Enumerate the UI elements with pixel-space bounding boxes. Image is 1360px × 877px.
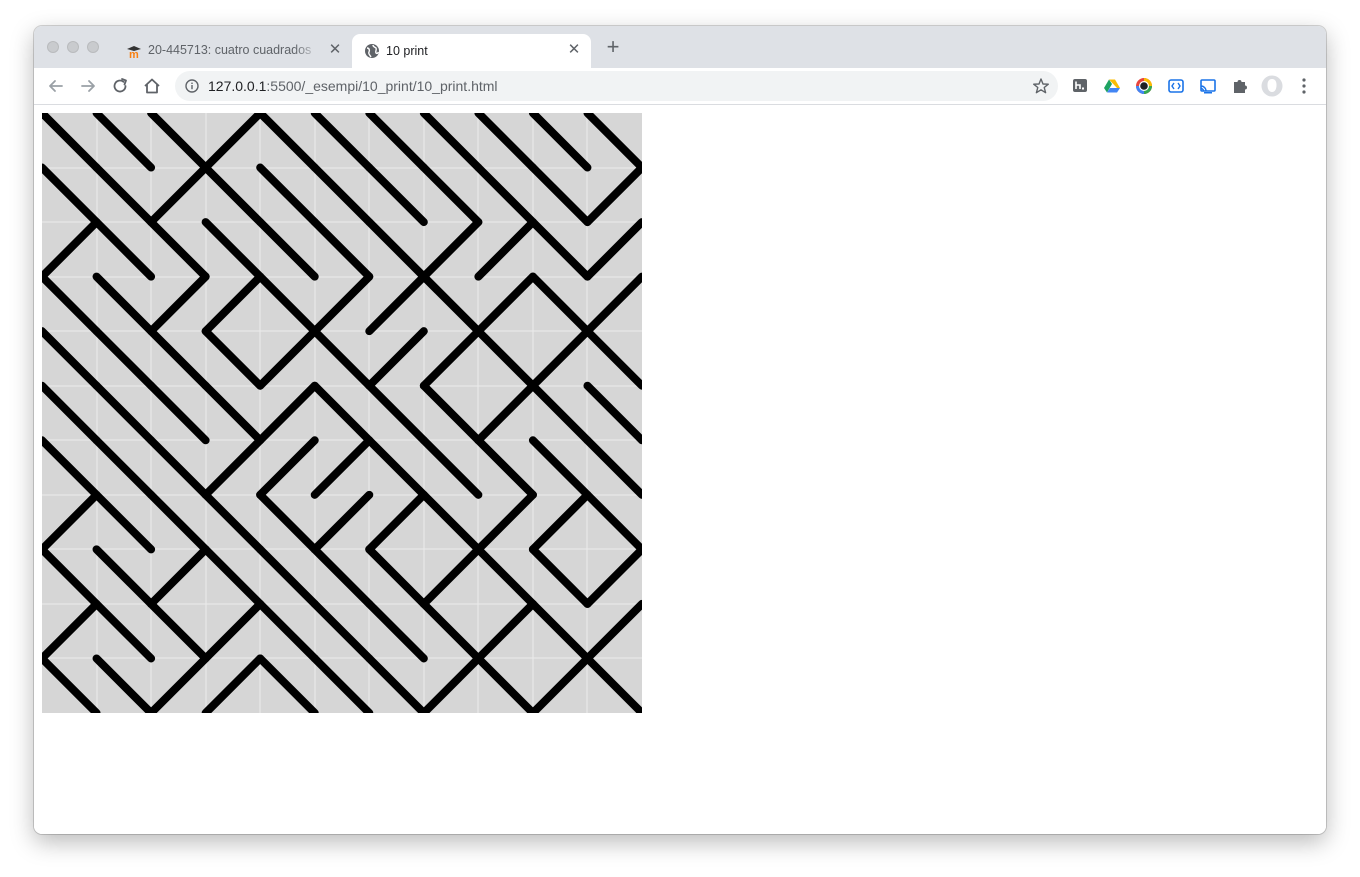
reload-icon[interactable] — [110, 76, 130, 96]
home-icon[interactable] — [142, 76, 162, 96]
url-path: :5500/_esempi/10_print/10_print.html — [266, 78, 498, 94]
hypothesis-icon[interactable] — [1071, 77, 1089, 95]
color-picker-icon[interactable] — [1135, 77, 1153, 95]
page-viewport — [34, 105, 1326, 834]
address-bar[interactable]: 127.0.0.1:5500/_esempi/10_print/10_print… — [175, 71, 1058, 101]
window-close-button[interactable] — [47, 41, 59, 53]
puzzle-icon[interactable] — [1231, 77, 1249, 95]
svg-text:m: m — [129, 49, 139, 59]
cast-icon[interactable] — [1199, 77, 1217, 95]
ten-print-maze-canvas — [42, 113, 642, 713]
kebab-menu-icon[interactable] — [1297, 77, 1311, 95]
url-host: 127.0.0.1 — [208, 78, 267, 94]
tab-close-icon[interactable]: ✕ — [327, 42, 343, 58]
devtools-extension-icon[interactable] — [1167, 77, 1185, 95]
arrow-left-icon[interactable] — [46, 76, 66, 96]
browser-window: m 20-445713: cuatro cuadrados ✕ 10 print… — [34, 26, 1326, 834]
arrow-right-icon[interactable] — [78, 76, 98, 96]
tab-title: 20-445713: cuatro cuadrados — [148, 43, 312, 57]
avatar-icon[interactable] — [1261, 75, 1283, 97]
window-minimize-button[interactable] — [67, 41, 79, 53]
url-text[interactable]: 127.0.0.1:5500/_esempi/10_print/10_print… — [208, 78, 498, 94]
info-icon[interactable] — [185, 79, 199, 93]
tab-title: 10 print — [386, 44, 428, 58]
google-drive-icon[interactable] — [1103, 77, 1121, 95]
moodle-favicon-icon: m — [127, 46, 141, 59]
tab-strip: m 20-445713: cuatro cuadrados ✕ 10 print… — [34, 26, 1326, 68]
globe-icon — [365, 44, 380, 58]
tab-close-icon[interactable]: ✕ — [566, 42, 582, 58]
star-icon[interactable] — [1032, 77, 1050, 95]
tab-10-print[interactable]: 10 print ✕ — [352, 34, 591, 68]
browser-toolbar: 127.0.0.1:5500/_esempi/10_print/10_print… — [34, 68, 1326, 105]
window-maximize-button[interactable] — [87, 41, 99, 53]
tab-moodle[interactable]: m 20-445713: cuatro cuadrados ✕ — [114, 26, 350, 68]
new-tab-button[interactable]: + — [602, 36, 624, 58]
